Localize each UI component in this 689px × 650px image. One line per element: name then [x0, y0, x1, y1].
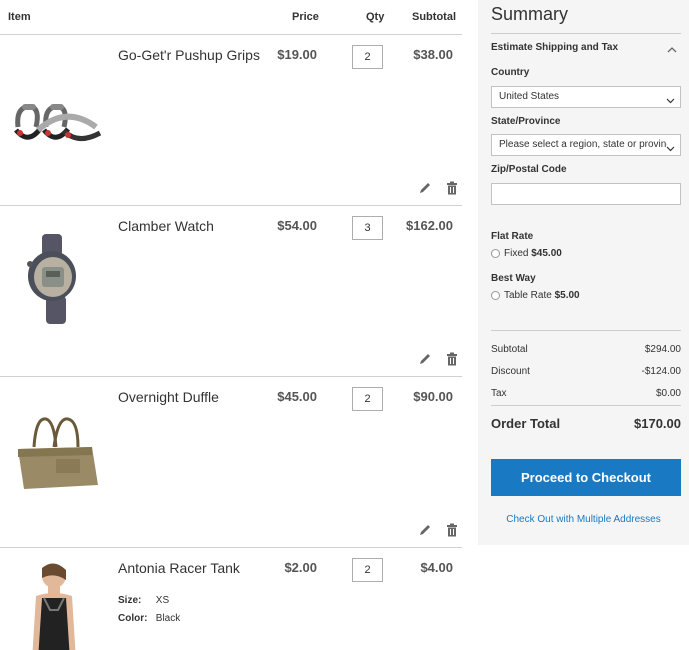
option-value-size: XS	[155, 595, 170, 606]
divider	[491, 330, 681, 331]
country-select[interactable]: United States	[491, 86, 681, 108]
item-subtotal: $4.00	[420, 560, 453, 575]
order-total-value: $170.00	[634, 416, 681, 431]
proceed-to-checkout-button[interactable]: Proceed to Checkout	[491, 459, 681, 496]
zip-label: Zip/Postal Code	[491, 164, 567, 175]
item-subtotal: $38.00	[413, 47, 453, 62]
discount-label: Discount	[491, 366, 530, 377]
flat-rate-option[interactable]: Fixed $45.00	[491, 248, 562, 259]
qty-input[interactable]: 2	[352, 45, 383, 69]
qty-input[interactable]: 2	[352, 558, 383, 582]
trash-icon[interactable]	[445, 181, 459, 195]
option-label-color: Color:	[118, 613, 148, 624]
best-way-price: $5.00	[554, 290, 580, 301]
summary-title: Summary	[491, 4, 569, 24]
option-value-color: Black	[155, 613, 181, 624]
qty-input[interactable]: 3	[352, 216, 383, 240]
cart-row: Overnight Duffle $45.00 2 $90.00	[0, 377, 462, 548]
chevron-down-icon	[666, 93, 675, 104]
header-subtotal: Subtotal	[412, 11, 456, 23]
product-name-link[interactable]: Go-Get'r Pushup Grips	[118, 47, 260, 63]
header-item: Item	[8, 11, 31, 23]
pencil-icon[interactable]	[418, 181, 432, 195]
duffle-bag-image[interactable]	[6, 397, 106, 507]
tax-line: Tax $0.00	[491, 388, 681, 399]
tax-value: $0.00	[655, 388, 681, 399]
zip-input[interactable]	[491, 183, 681, 205]
item-price: $54.00	[277, 218, 317, 233]
radio-button[interactable]	[491, 249, 500, 258]
best-way-method: Table Rate	[504, 290, 552, 301]
divider	[491, 405, 681, 406]
cart-table-header: Item Price Qty Subtotal	[0, 0, 462, 35]
cart-row: Go-Get'r Pushup Grips $19.00 2 $38.00	[0, 35, 462, 206]
header-price: Price	[292, 11, 319, 23]
item-price: $19.00	[277, 47, 317, 62]
item-subtotal: $90.00	[413, 389, 453, 404]
order-summary: Summary Estimate Shipping and Tax Countr…	[478, 0, 689, 545]
pushup-grips-image[interactable]	[6, 55, 106, 165]
product-name-link[interactable]: Clamber Watch	[118, 218, 214, 234]
estimate-shipping-toggle[interactable]: Estimate Shipping and Tax	[491, 42, 618, 53]
item-price: $2.00	[284, 560, 317, 575]
country-label: Country	[491, 67, 530, 78]
tank-top-image[interactable]	[6, 560, 106, 650]
cart-row: Antonia Racer Tank $2.00 2 $4.00 Size: X…	[0, 548, 462, 650]
qty-input[interactable]: 2	[352, 387, 383, 411]
item-options: Size: XS Color: Black	[118, 592, 180, 628]
item-price: $45.00	[277, 389, 317, 404]
discount-line: Discount -$124.00	[491, 366, 681, 377]
order-total-label: Order Total	[491, 416, 561, 431]
state-label: State/Province	[491, 116, 561, 127]
product-name-link[interactable]: Overnight Duffle	[118, 389, 219, 405]
country-select-value: United States	[499, 91, 560, 102]
radio-button[interactable]	[491, 291, 500, 300]
product-name-link[interactable]: Antonia Racer Tank	[118, 560, 240, 576]
subtotal-value: $294.00	[644, 344, 681, 355]
state-select-value: Please select a region, state or provinc…	[499, 139, 667, 150]
multi-address-checkout-link[interactable]: Check Out with Multiple Addresses	[478, 514, 689, 525]
order-total-line: Order Total $170.00	[491, 416, 681, 431]
trash-icon[interactable]	[445, 352, 459, 366]
subtotal-label: Subtotal	[491, 344, 528, 355]
cart-row: Clamber Watch $54.00 3 $162.00	[0, 206, 462, 377]
discount-value: -$124.00	[641, 366, 681, 377]
best-way-option[interactable]: Table Rate $5.00	[491, 290, 580, 301]
trash-icon[interactable]	[445, 523, 459, 537]
tax-label: Tax	[491, 388, 507, 399]
flat-rate-title: Flat Rate	[491, 231, 534, 242]
subtotal-line: Subtotal $294.00	[491, 344, 681, 355]
item-subtotal: $162.00	[406, 218, 453, 233]
divider	[491, 33, 681, 34]
cart-table: Item Price Qty Subtotal Go-Get'r Pushup …	[0, 0, 462, 650]
watch-image[interactable]	[6, 226, 106, 336]
option-label-size: Size:	[118, 595, 142, 606]
best-way-title: Best Way	[491, 273, 536, 284]
flat-rate-method: Fixed	[504, 248, 529, 259]
pencil-icon[interactable]	[418, 523, 432, 537]
header-qty: Qty	[366, 11, 385, 23]
chevron-up-icon[interactable]	[667, 42, 677, 53]
chevron-down-icon	[666, 141, 675, 152]
flat-rate-price: $45.00	[531, 248, 562, 259]
state-select[interactable]: Please select a region, state or provinc…	[491, 134, 681, 156]
pencil-icon[interactable]	[418, 352, 432, 366]
